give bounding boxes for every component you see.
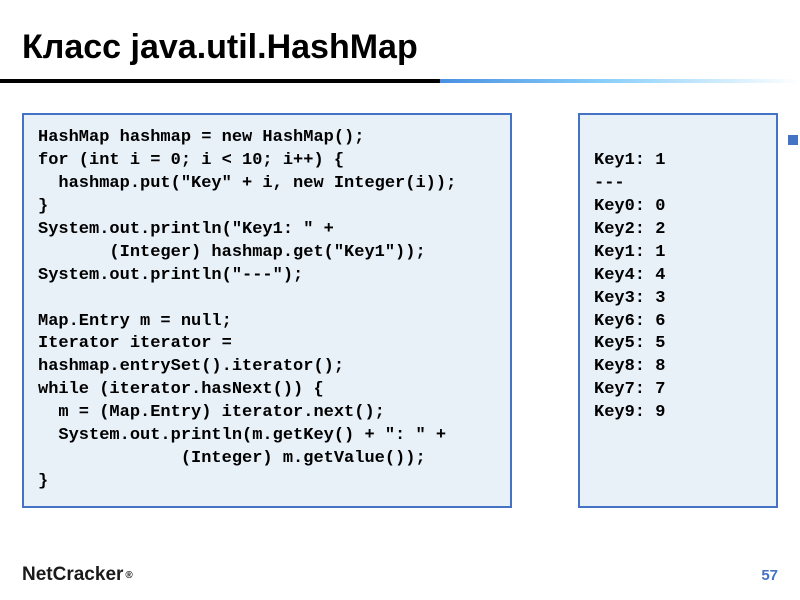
logo-part-cracker: Cracker (53, 564, 124, 586)
slide-container: Класс java.util.HashMap HashMap hashmap … (0, 0, 800, 600)
decorative-marker (788, 135, 798, 145)
logo-registered-icon: ® (125, 570, 132, 581)
code-block-source: HashMap hashmap = new HashMap(); for (in… (22, 113, 512, 508)
page-number: 57 (761, 567, 778, 584)
code-block-output: Key1: 1 --- Key0: 0 Key2: 2 Key1: 1 Key4… (578, 113, 778, 508)
title-underline (0, 79, 800, 83)
logo-netcracker: NetCracker® (22, 564, 133, 586)
slide-footer: NetCracker® 57 (0, 558, 800, 600)
logo-part-net: Net (22, 564, 53, 586)
content-area: HashMap hashmap = new HashMap(); for (in… (0, 113, 800, 508)
slide-title: Класс java.util.HashMap (0, 0, 800, 79)
